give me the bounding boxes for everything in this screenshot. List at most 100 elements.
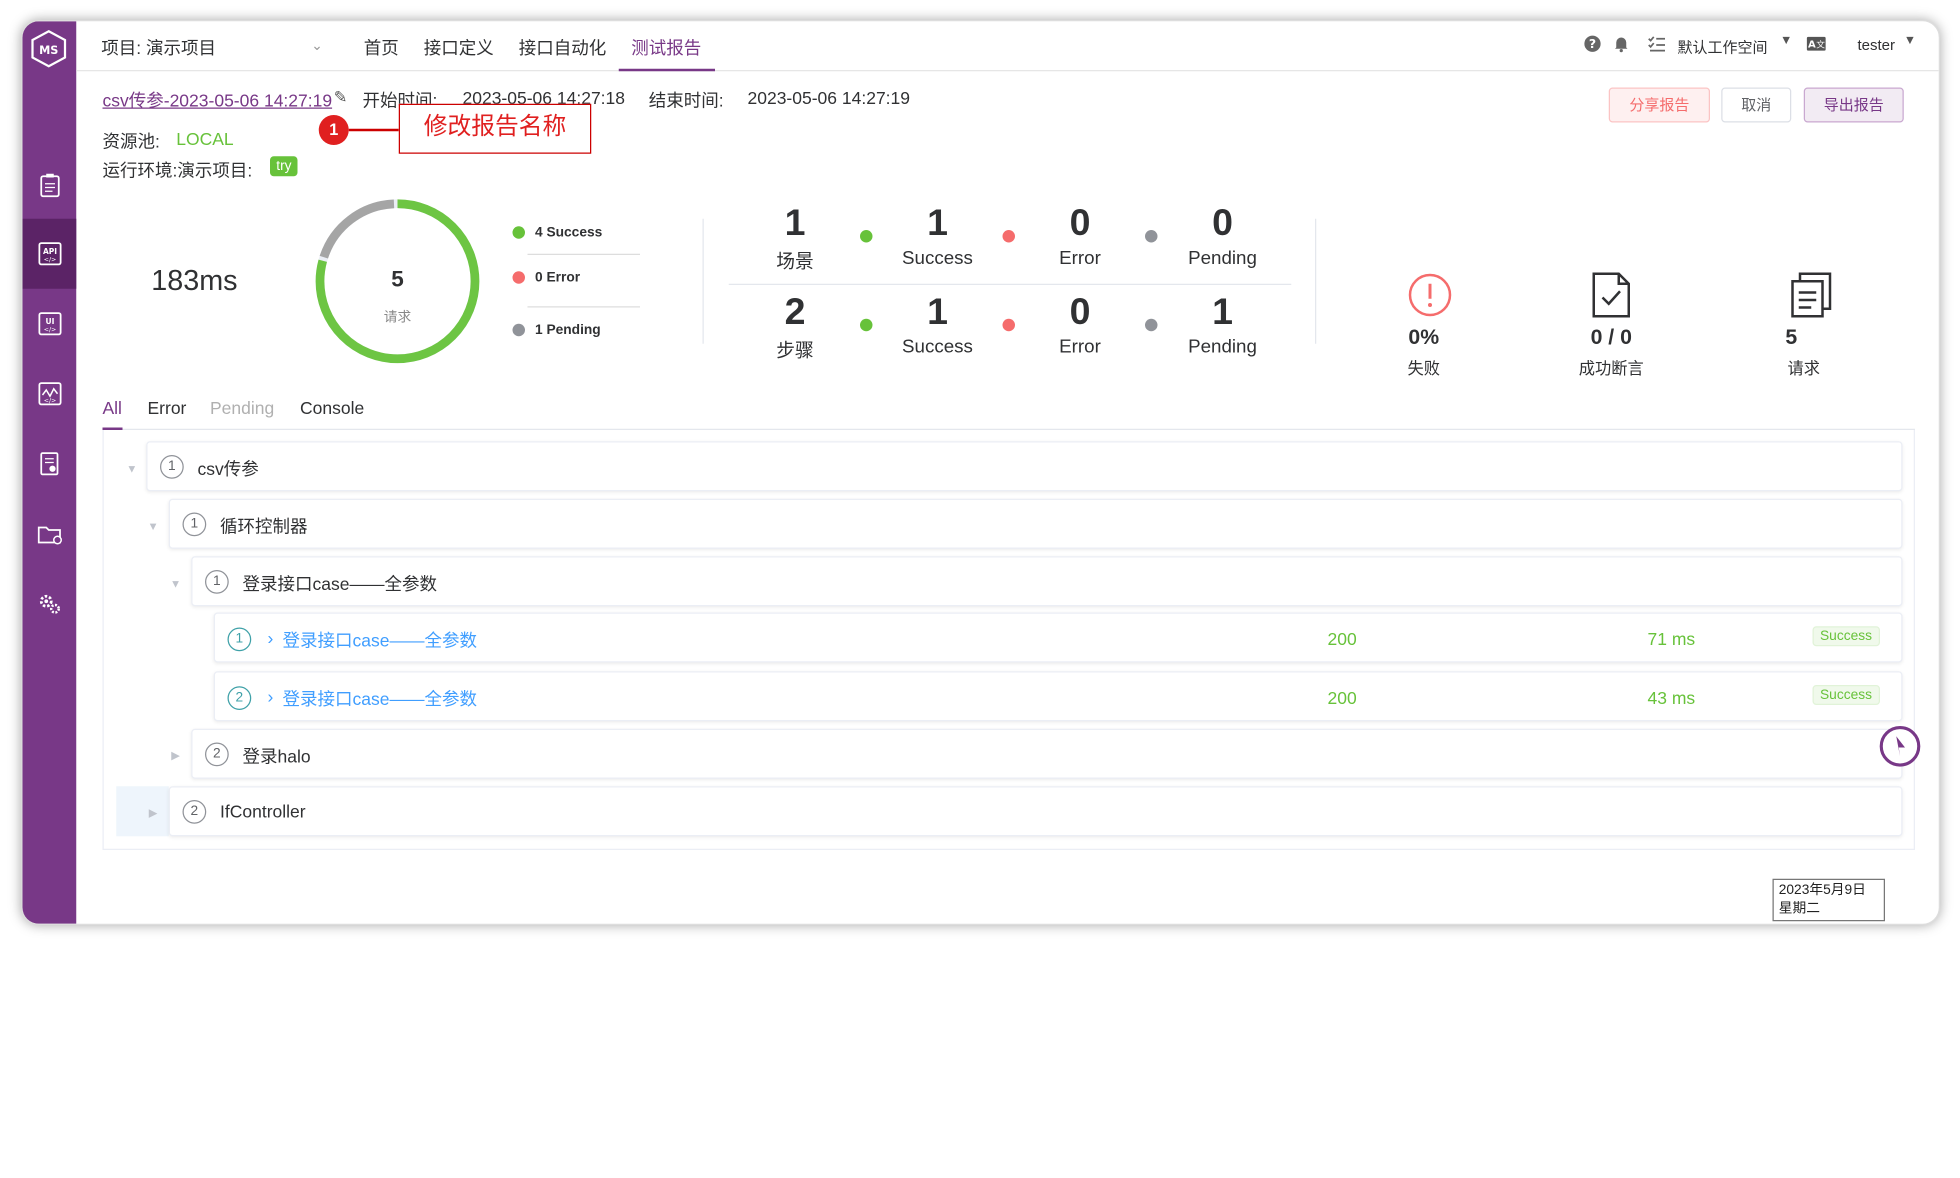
step-success-count: 1 [927, 291, 948, 333]
environment-tag: try [270, 156, 298, 177]
tab-console[interactable]: Console [300, 398, 364, 418]
floating-compass-icon[interactable] [1879, 725, 1922, 768]
node-index: 1 [182, 512, 207, 537]
help-icon[interactable]: ? [1584, 35, 1602, 56]
request-name-link[interactable]: 登录接口case——全参数 [283, 628, 477, 653]
chevron-down-icon[interactable]: ⌄ [311, 38, 323, 54]
task-list-icon[interactable] [1648, 35, 1667, 56]
scenario-label: 场景 [776, 251, 814, 273]
app-window: MS API </> UI </> </> 项目: 演示项目 ⌄ 首页 接口定义 接… [21, 20, 1940, 925]
ring-total: 5 [391, 266, 404, 292]
tree-node-login-halo[interactable]: 2 登录halo [191, 728, 1903, 779]
expand-caret-icon[interactable]: ▼ [170, 578, 181, 591]
status-badge: Success [1812, 685, 1880, 705]
expand-caret-icon[interactable]: ▼ [148, 520, 159, 533]
workspace-selector[interactable]: 默认工作空间 [1678, 36, 1768, 57]
step-error-count: 0 [1069, 291, 1091, 333]
share-report-button[interactable]: 分享报告 [1608, 87, 1710, 123]
svg-text:文: 文 [1816, 39, 1825, 51]
legend-divider [527, 306, 640, 308]
step-error-label: Error [1059, 336, 1101, 358]
tree-node-scenario[interactable]: 1 csv传参 [146, 441, 1903, 492]
step-success-label: Success [902, 336, 973, 358]
tree-node-if-controller[interactable]: 2 IfController [168, 786, 1903, 837]
response-code: 200 [1327, 628, 1357, 649]
nav-home[interactable]: 首页 [364, 35, 399, 60]
tab-all[interactable]: All [103, 398, 122, 418]
language-icon[interactable]: A文 [1806, 35, 1826, 56]
pending-dot [1145, 230, 1158, 243]
top-nav-bar: 项目: 演示项目 ⌄ 首页 接口定义 接口自动化 测试报告 ? 默认工作空间 ▼… [76, 21, 1939, 72]
end-time-value: 2023-05-06 14:27:19 [747, 87, 911, 108]
request-name-link[interactable]: 登录接口case——全参数 [283, 686, 477, 711]
request-row[interactable]: 2 › 登录接口case——全参数 200 43 ms Success [213, 671, 1903, 722]
user-menu[interactable]: tester [1858, 36, 1896, 54]
nav-api-automation[interactable]: 接口自动化 [519, 35, 607, 60]
performance-icon: </> [37, 382, 61, 406]
gears-icon [39, 594, 60, 614]
assertion-value: 0 / 0 [1590, 325, 1632, 349]
bell-icon[interactable] [1613, 35, 1631, 56]
success-dot [860, 318, 873, 332]
request-count: 5 [1785, 325, 1798, 349]
sidebar-item-tracking[interactable] [23, 150, 77, 220]
sidebar-item-settings[interactable] [23, 569, 77, 639]
environment-label: 运行环境:演示项目: [102, 160, 253, 180]
tree-node-loop-controller[interactable]: 1 循环控制器 [168, 498, 1903, 549]
api-icon: API</> [37, 242, 61, 266]
legend-pending: 1 Pending [535, 322, 601, 338]
request-index: 2 [227, 686, 252, 710]
sidebar: MS API </> UI </> </> [22, 21, 77, 924]
chevron-right-icon[interactable]: › [268, 628, 274, 648]
ui-icon: UI</> [37, 312, 61, 336]
ms-logo-icon[interactable]: MS [29, 29, 69, 69]
chevron-right-icon[interactable]: › [268, 686, 274, 706]
tab-error[interactable]: Error [148, 398, 187, 418]
expand-caret-icon[interactable]: ▼ [126, 463, 137, 476]
clipboard-icon [39, 173, 59, 198]
node-name: IfController [220, 801, 306, 822]
collapse-caret-icon[interactable]: ▶ [171, 749, 180, 763]
sidebar-item-api[interactable]: API </> [22, 218, 77, 289]
scenario-error-label: Error [1059, 247, 1101, 269]
pending-dot [1145, 318, 1158, 332]
scenario-pending-label: Pending [1188, 247, 1257, 269]
export-report-button[interactable]: 导出报告 [1803, 87, 1904, 123]
cancel-button[interactable]: 取消 [1721, 87, 1792, 123]
sidebar-item-report[interactable] [23, 429, 77, 499]
sidebar-item-performance[interactable]: </> [23, 359, 77, 429]
tree-node-login-case[interactable]: 1 登录接口case——全参数 [191, 556, 1903, 607]
tooltip-date: 2023年5月9日 [1778, 882, 1866, 898]
report-name-link[interactable]: csv传参-2023-05-06 14:27:19 [103, 88, 333, 113]
assertion-label: 成功断言 [1578, 358, 1644, 378]
node-index: 1 [160, 455, 184, 479]
scenario-error-count: 0 [1069, 202, 1091, 244]
svg-text:</>: </> [43, 326, 56, 333]
legend-pending-dot [512, 323, 525, 337]
edit-pencil-icon[interactable]: ✎ [334, 88, 348, 108]
node-name: 循环控制器 [220, 516, 308, 537]
caret-down-icon[interactable]: ▼ [1780, 34, 1792, 48]
ring-label: 请求 [383, 310, 412, 325]
tab-pending[interactable]: Pending [210, 398, 274, 418]
legend-success-dot [512, 226, 525, 239]
nav-test-report[interactable]: 测试报告 [631, 35, 701, 60]
sidebar-item-project[interactable] [23, 499, 77, 569]
error-dot [1002, 230, 1015, 243]
collapse-caret-icon[interactable]: ▶ [149, 806, 158, 820]
legend-error-dot [512, 271, 525, 284]
scenario-pending-count: 0 [1212, 202, 1233, 244]
node-name: 登录halo [242, 746, 311, 767]
scenario-success-label: Success [902, 247, 973, 269]
sidebar-item-ui[interactable]: UI </> [23, 289, 77, 359]
step-count: 2 [784, 291, 806, 333]
summary-divider [1315, 218, 1317, 344]
nav-api-definition[interactable]: 接口定义 [424, 35, 494, 60]
tooltip-weekday: 星期二 [1778, 901, 1820, 917]
request-row[interactable]: 1 › 登录接口case——全参数 200 71 ms Success [213, 612, 1903, 663]
step-label: 步骤 [776, 340, 814, 362]
svg-text:</>: </> [43, 256, 56, 263]
scenario-success-count: 1 [927, 202, 948, 244]
project-selector[interactable]: 项目: 演示项目 [101, 35, 216, 60]
caret-down-icon[interactable]: ▼ [1904, 34, 1916, 48]
